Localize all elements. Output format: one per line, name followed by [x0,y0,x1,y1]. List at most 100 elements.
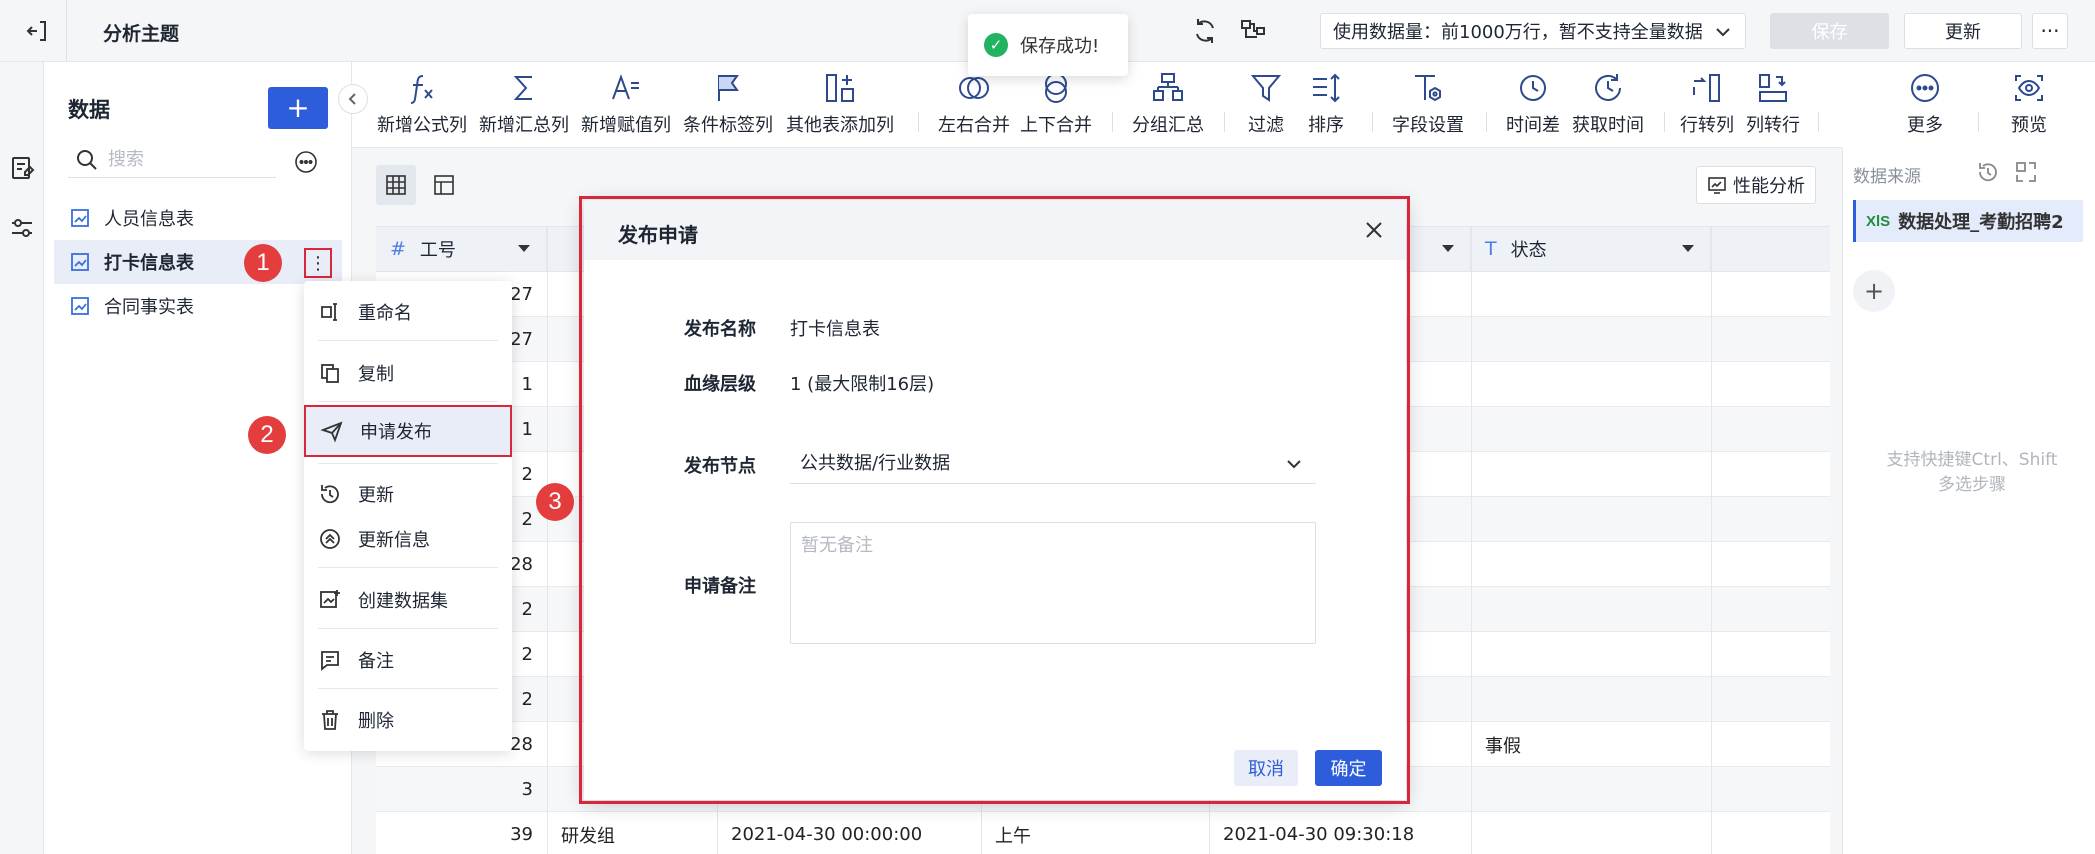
assign-icon [612,74,639,100]
tool-add-column-from-other-table[interactable]: 其他表添加列 [782,62,898,148]
update-button[interactable]: 更新 [1904,13,2022,49]
collapse-sidebar-button[interactable] [338,84,368,114]
table-cell-status[interactable] [1485,587,1711,632]
refresh-icon[interactable] [1190,16,1220,46]
table-cell-status[interactable] [1485,317,1711,362]
data-item-personnel[interactable]: 人员信息表 [54,196,342,240]
tool-add-assign-column[interactable]: 新增赋值列 [578,62,674,148]
menu-item-delete[interactable]: 删除 [304,698,512,742]
toolbar-separator [1664,112,1665,132]
publish-request-dialog: 发布申请 发布名称 打卡信息表 血缘层级 1 (最大限制16层) 发布节点 公共… [584,200,1406,800]
menu-item-note[interactable]: 备注 [304,638,512,682]
save-button[interactable]: 保存 [1770,13,1889,49]
publish-node-value: 公共数据/行业数据 [800,452,951,474]
step-marker-2: 2 [248,416,286,454]
data-source-item[interactable]: XlS 数据处理_考勤招聘2 [1853,200,2083,242]
more-options-icon[interactable] [294,150,318,174]
table-cell-status[interactable] [1485,362,1711,407]
data-item-attendance[interactable]: 打卡信息表 [54,240,342,284]
column-header-status[interactable]: T 状态 [1471,227,1711,272]
item-more-button[interactable]: ⋮ [304,248,332,278]
preview-icon [2015,75,2043,101]
tool-add-summary-column[interactable]: 新增汇总列 [476,62,572,148]
table-cell-status[interactable]: 事假 [1485,722,1711,767]
table-cell-c4[interactable]: 上午 [995,812,1209,854]
search-icon [77,149,97,170]
add-step-button[interactable]: + [1853,270,1895,312]
table-chart-icon [71,209,89,227]
menu-item-label: 重命名 [358,303,412,324]
tool-group-summary[interactable]: 分组汇总 [1128,62,1208,148]
table-row[interactable]: 39 研发组 2021-04-30 00:00:00 上午 2021-04-30 09:… [376,812,1830,854]
search-box[interactable] [68,142,276,178]
menu-item-update[interactable]: 更新 [304,472,512,516]
data-prep-icon[interactable] [8,154,36,182]
exit-icon[interactable] [22,16,52,46]
tool-more[interactable]: 更多 [1890,62,1960,148]
grid-view-button[interactable] [376,165,416,205]
table-cell-status[interactable] [1485,812,1711,854]
data-item-contract[interactable]: 合同事实表 [54,284,342,328]
menu-item-create-dataset[interactable]: 创建数据集 [304,578,512,622]
performance-analysis-button[interactable]: 性能分析 [1696,166,1816,204]
confirm-button[interactable]: 确定 [1315,750,1382,786]
more-button[interactable]: ··· [2032,13,2068,49]
tool-time-difference[interactable]: 时间差 [1498,62,1568,148]
text-type-icon: T [1485,238,1497,260]
table-cell-status[interactable] [1485,497,1711,542]
sort-caret-icon[interactable] [1682,245,1694,252]
left-rail [0,62,44,854]
tool-column-to-row[interactable]: 列转行 [1740,62,1806,148]
tool-filter[interactable]: 过滤 [1236,62,1296,148]
chevron-down-icon [1287,460,1301,469]
history-icon[interactable] [1976,160,2000,189]
table-cell-status[interactable] [1485,677,1711,722]
sort-caret-icon[interactable] [1442,245,1454,252]
table-cell-time[interactable]: 2021-04-30 09:30:18 [1223,812,1471,854]
remark-textarea[interactable] [790,522,1316,644]
dialog-header: 发布申请 [584,200,1406,260]
performance-icon [1708,177,1726,194]
close-icon[interactable] [1360,216,1388,244]
flag-icon [718,75,739,101]
publish-name-label: 发布名称 [684,319,756,340]
check-icon: ✓ [984,33,1008,57]
search-input[interactable] [108,149,258,170]
tool-row-to-column[interactable]: 行转列 [1674,62,1740,148]
field-settings-icon [1415,75,1441,102]
table-cell-id[interactable]: 39 [376,812,547,854]
tool-sort[interactable]: 排序 [1296,62,1356,148]
column-header-id[interactable]: # 工号 [376,227,547,272]
table-cell-c3[interactable]: 2021-04-30 00:00:00 [731,812,981,854]
table-cell-id[interactable]: 3 [376,767,547,812]
sort-caret-icon[interactable] [518,245,530,252]
collapse-panel-icon[interactable] [2014,160,2038,189]
tool-get-time[interactable]: 获取时间 [1568,62,1648,148]
update-info-icon [320,529,340,549]
publish-node-select[interactable]: 公共数据/行业数据 [790,440,1316,484]
menu-item-label: 更新信息 [358,530,430,551]
table-cell-c2[interactable]: 研发组 [561,812,717,854]
layout-view-button[interactable] [424,165,464,205]
menu-item-rename[interactable]: 重命名 [304,290,512,334]
data-volume-select[interactable]: 使用数据量：前1000万行，暂不支持全量数据 [1320,13,1746,49]
menu-item-label: 创建数据集 [358,591,448,612]
menu-item-update-info[interactable]: 更新信息 [304,517,512,561]
menu-item-apply-publish[interactable]: 申请发布 [304,405,512,457]
filter-settings-icon[interactable] [8,214,36,242]
menu-item-copy[interactable]: 复制 [304,351,512,395]
tool-condition-tag-column[interactable]: 条件标签列 [680,62,776,148]
lineage-icon[interactable] [1238,16,1268,46]
table-cell-status[interactable] [1485,542,1711,587]
table-cell-status[interactable] [1485,407,1711,452]
table-cell-status[interactable] [1485,272,1711,317]
tool-preview[interactable]: 预览 [1994,62,2064,148]
add-data-button[interactable]: + [268,87,328,129]
table-cell-status[interactable] [1485,452,1711,497]
tool-field-settings[interactable]: 字段设置 [1386,62,1470,148]
toolbar-separator [1978,112,1979,132]
cancel-button[interactable]: 取消 [1234,750,1298,786]
table-cell-status[interactable] [1485,632,1711,677]
table-cell-status[interactable] [1485,767,1711,812]
tool-add-formula-column[interactable]: 新增公式列 [374,62,470,148]
